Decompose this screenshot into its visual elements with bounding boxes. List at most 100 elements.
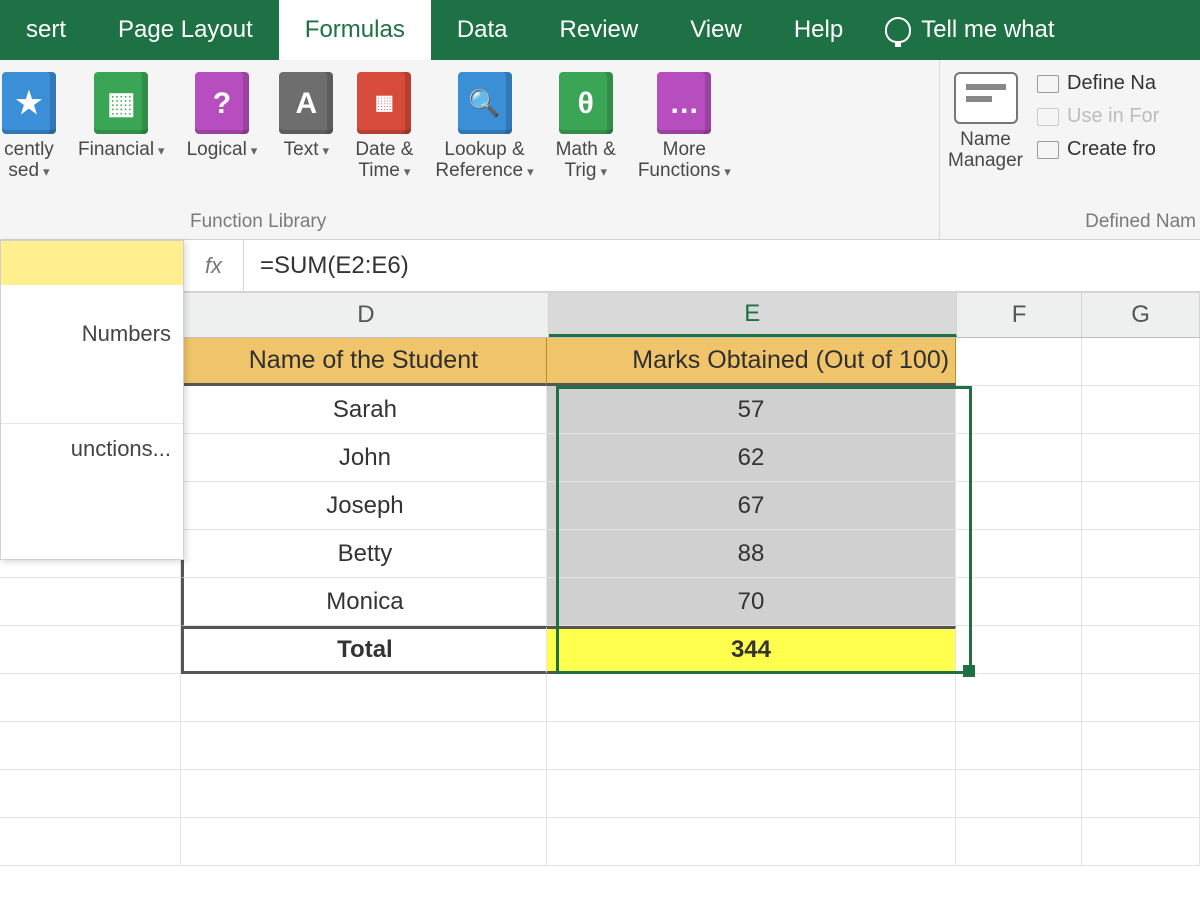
- more-label: More Functions: [638, 140, 731, 182]
- cell-G10[interactable]: [1082, 770, 1200, 818]
- cell-G11[interactable]: [1082, 818, 1200, 866]
- autosum-dropdown: Numbers unctions...: [0, 240, 184, 560]
- search-icon: 🔍: [458, 72, 512, 134]
- tab-data[interactable]: Data: [431, 0, 534, 60]
- use-in-formula-button[interactable]: Use in For: [1037, 105, 1159, 128]
- autosum-item-more-functions[interactable]: unctions...: [1, 423, 183, 474]
- cell-F8[interactable]: [956, 674, 1082, 722]
- cell-G6[interactable]: [1082, 578, 1200, 626]
- tab-page-layout[interactable]: Page Layout: [92, 0, 279, 60]
- question-icon: ?: [195, 72, 249, 134]
- column-header-E[interactable]: E: [549, 293, 957, 337]
- cell-blank[interactable]: [0, 818, 181, 866]
- text-button[interactable]: A Text: [279, 72, 333, 161]
- ribbon-group-function-library: ★ cently sed ▦ Financial ? Logical A Tex…: [0, 60, 940, 239]
- date-time-button[interactable]: ▦ Date & Time: [355, 72, 413, 182]
- cell-D1[interactable]: Name of the Student: [181, 338, 547, 386]
- cell-G1[interactable]: [1082, 338, 1200, 386]
- create-from-selection-button[interactable]: Create fro: [1037, 138, 1159, 161]
- lookup-reference-button[interactable]: 🔍 Lookup & Reference: [435, 72, 533, 182]
- cell-F5[interactable]: [956, 530, 1082, 578]
- cell-G7[interactable]: [1082, 626, 1200, 674]
- cell-D8[interactable]: [181, 674, 547, 722]
- more-functions-button[interactable]: … More Functions: [638, 72, 731, 182]
- cell-G8[interactable]: [1082, 674, 1200, 722]
- math-trig-button[interactable]: θ Math & Trig: [556, 72, 616, 182]
- ribbon-tabs: sert Page Layout Formulas Data Review Vi…: [0, 0, 1200, 60]
- tab-view[interactable]: View: [664, 0, 768, 60]
- cell-F1[interactable]: [956, 338, 1082, 386]
- cell-D4[interactable]: Joseph: [181, 482, 547, 530]
- cell-F11[interactable]: [956, 818, 1082, 866]
- cell-F7[interactable]: [956, 626, 1082, 674]
- lightbulb-icon: [885, 17, 911, 43]
- cell-D2[interactable]: Sarah: [181, 386, 547, 434]
- cell-F4[interactable]: [956, 482, 1082, 530]
- cell-F6[interactable]: [956, 578, 1082, 626]
- define-name-button[interactable]: Define Na: [1037, 72, 1159, 95]
- column-header-D[interactable]: D: [184, 293, 549, 337]
- cell-G3[interactable]: [1082, 434, 1200, 482]
- cell-blank[interactable]: [0, 626, 181, 674]
- autosum-item-count-numbers[interactable]: Numbers: [1, 309, 183, 359]
- cell-E5[interactable]: 88: [547, 530, 956, 578]
- text-icon: A: [279, 72, 333, 134]
- cell-D6[interactable]: Monica: [181, 578, 547, 626]
- logical-button[interactable]: ? Logical: [187, 72, 258, 161]
- cell-D7-total-label[interactable]: Total: [181, 626, 547, 674]
- cell-G4[interactable]: [1082, 482, 1200, 530]
- name-manager-button[interactable]: Name Manager: [948, 72, 1023, 235]
- autosum-item-average[interactable]: [1, 285, 183, 309]
- tab-formulas[interactable]: Formulas: [279, 0, 431, 60]
- text-label: Text: [284, 140, 329, 161]
- cell-E7-total-value[interactable]: 344: [547, 626, 956, 674]
- group-label-function-library: Function Library: [190, 211, 326, 233]
- cell-G2[interactable]: [1082, 386, 1200, 434]
- formula-bar: fx: [184, 240, 1200, 292]
- cell-F2[interactable]: [956, 386, 1082, 434]
- tab-insert[interactable]: sert: [0, 0, 92, 60]
- cell-D5[interactable]: Betty: [181, 530, 547, 578]
- tab-help[interactable]: Help: [768, 0, 869, 60]
- tell-me-label: Tell me what: [921, 16, 1054, 44]
- tab-review[interactable]: Review: [534, 0, 665, 60]
- tag-icon: [1037, 75, 1059, 93]
- fx-icon: [1037, 108, 1059, 126]
- cell-E9[interactable]: [547, 722, 956, 770]
- cell-G5[interactable]: [1082, 530, 1200, 578]
- cell-G9[interactable]: [1082, 722, 1200, 770]
- cell-F9[interactable]: [956, 722, 1082, 770]
- ribbon-group-defined-names: Name Manager Define Na Use in For Create…: [940, 60, 1200, 239]
- fx-icon[interactable]: fx: [184, 240, 244, 291]
- cell-E2[interactable]: 57: [547, 386, 956, 434]
- ribbon: ★ cently sed ▦ Financial ? Logical A Tex…: [0, 60, 1200, 240]
- autosum-item-sum[interactable]: [1, 241, 183, 285]
- cell-blank[interactable]: [0, 674, 181, 722]
- cell-D3[interactable]: John: [181, 434, 547, 482]
- cell-E3[interactable]: 62: [547, 434, 956, 482]
- cell-blank[interactable]: [0, 722, 181, 770]
- column-headers: D E F G: [184, 292, 1200, 338]
- cell-E11[interactable]: [547, 818, 956, 866]
- cell-D9[interactable]: [181, 722, 547, 770]
- cell-D10[interactable]: [181, 770, 547, 818]
- cell-D11[interactable]: [181, 818, 547, 866]
- cell-E10[interactable]: [547, 770, 956, 818]
- cell-E4[interactable]: 67: [547, 482, 956, 530]
- cell-E6[interactable]: 70: [547, 578, 956, 626]
- star-icon: ★: [2, 72, 56, 134]
- cell-F10[interactable]: [956, 770, 1082, 818]
- column-header-F[interactable]: F: [957, 293, 1083, 337]
- formula-input[interactable]: [244, 252, 1200, 280]
- column-header-G[interactable]: G: [1082, 293, 1200, 337]
- financial-button[interactable]: ▦ Financial: [78, 72, 165, 161]
- tell-me-search[interactable]: Tell me what: [869, 0, 1070, 60]
- recently-used-button[interactable]: ★ cently sed: [2, 72, 56, 182]
- cell-E8[interactable]: [547, 674, 956, 722]
- cell-E1[interactable]: Marks Obtained (Out of 100): [547, 338, 956, 386]
- cell-F3[interactable]: [956, 434, 1082, 482]
- cell-blank[interactable]: [0, 578, 181, 626]
- more-icon: …: [657, 72, 711, 134]
- group-label-defined-names: Defined Nam: [1085, 211, 1196, 233]
- cell-blank[interactable]: [0, 770, 181, 818]
